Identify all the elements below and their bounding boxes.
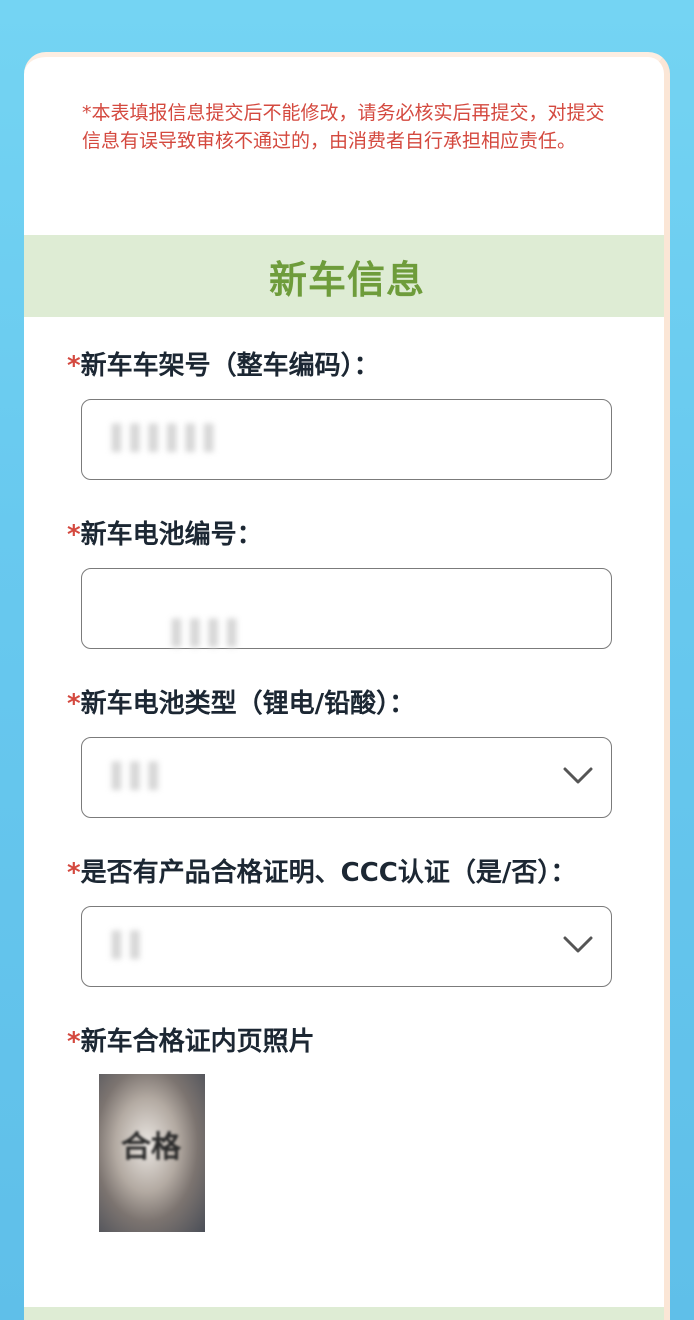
chevron-down-icon — [563, 936, 593, 953]
battery-type-select[interactable]: ▌▌▌ — [81, 737, 612, 818]
battery-type-value: ▌▌▌ — [112, 762, 168, 790]
frame-number-input[interactable]: ▌▌▌▌▌▌ — [81, 399, 612, 480]
frame-number-label: *新车车架号（整车编码）： — [67, 351, 380, 381]
certificate-select[interactable]: ▌▌ — [81, 906, 612, 987]
photo-text: 合格 — [121, 1130, 181, 1165]
next-section-header — [24, 1307, 664, 1320]
frame-number-value: ▌▌▌▌▌▌ — [112, 424, 223, 452]
certificate-photo-label: *新车合格证内页照片 — [67, 1027, 315, 1057]
certificate-value: ▌▌ — [112, 931, 149, 959]
form-card: *本表填报信息提交后不能修改，请务必核实后再提交，对提交信息有误导致审核不通过的… — [24, 52, 670, 1320]
required-mark: * — [67, 351, 81, 381]
certificate-label: *是否有产品合格证明、CCC认证（是/否）： — [67, 858, 577, 888]
required-mark: * — [67, 689, 81, 719]
battery-number-input[interactable]: ▌▌▌▌ — [81, 568, 612, 649]
required-mark: * — [67, 520, 81, 550]
section-title: 新车信息 — [268, 257, 425, 302]
required-mark: * — [67, 858, 81, 888]
battery-number-value: ▌▌▌▌ — [172, 619, 246, 647]
section-header: 新车信息 — [24, 235, 664, 317]
chevron-down-icon — [563, 767, 593, 784]
battery-number-label: *新车电池编号： — [67, 520, 263, 550]
submission-notice: *本表填报信息提交后不能修改，请务必核实后再提交，对提交信息有误导致审核不通过的… — [82, 102, 605, 152]
battery-type-label: *新车电池类型（锂电/铅酸）： — [67, 689, 416, 719]
required-mark: * — [67, 1027, 81, 1057]
certificate-photo-thumbnail[interactable]: 合格 — [99, 1074, 205, 1232]
